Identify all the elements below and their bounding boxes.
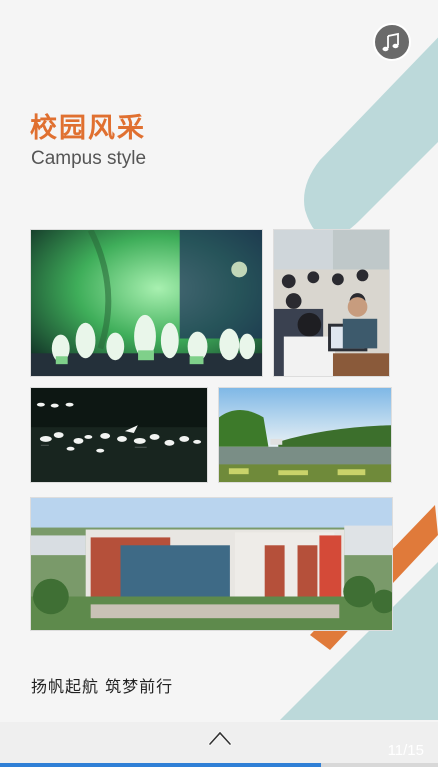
progress-fill bbox=[0, 763, 322, 767]
photo-dance-performance bbox=[30, 229, 263, 377]
photo-lake-scenery bbox=[218, 387, 392, 483]
page-title: 校园风采 bbox=[30, 113, 146, 144]
swipe-up-arrow-icon[interactable] bbox=[207, 727, 233, 747]
page-subtitle: Campus style bbox=[31, 148, 147, 169]
music-toggle-button[interactable] bbox=[373, 23, 411, 61]
slogan-text: 扬帆起航 筑梦前行 bbox=[31, 677, 174, 696]
page-counter: 11/15 bbox=[387, 742, 424, 759]
photo-students-studying bbox=[273, 229, 390, 377]
slide-canvas: 校园风采 Campus style 扬帆起航 筑梦前行 11/15 bbox=[0, 0, 438, 767]
music-note-icon bbox=[382, 32, 399, 52]
progress-track bbox=[0, 763, 438, 767]
photo-library-building bbox=[30, 497, 393, 631]
photo-birds-on-water bbox=[30, 387, 208, 483]
